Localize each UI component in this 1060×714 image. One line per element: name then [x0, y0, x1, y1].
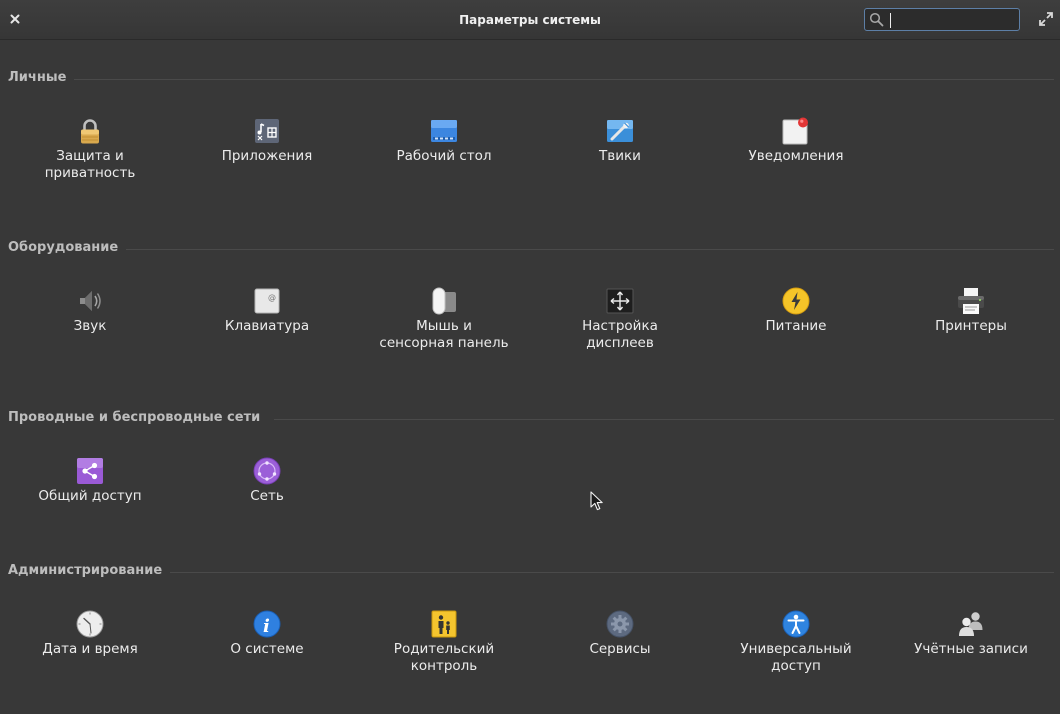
parental-control-icon — [431, 610, 457, 638]
item-label: Родительский контроль — [393, 641, 495, 674]
item-label: Принтеры — [935, 318, 1007, 334]
item-tweaks[interactable]: Твики — [535, 117, 705, 165]
notifications-icon — [782, 117, 808, 145]
item-label: Защита и приватность — [44, 148, 136, 181]
clock-icon — [76, 610, 104, 638]
item-label: Приложения — [221, 148, 313, 164]
section-divider — [170, 572, 1054, 573]
item-label: Сеть — [250, 488, 284, 504]
section-header: Оборудование — [8, 240, 119, 255]
item-label: Звук — [73, 318, 107, 334]
item-accessibility[interactable]: Универсальный доступ — [711, 610, 881, 675]
text-caret — [890, 13, 891, 28]
item-security-privacy[interactable]: Защита и приватность — [5, 117, 175, 182]
sharing-icon — [77, 458, 103, 484]
services-gear-icon — [606, 610, 634, 638]
section-divider — [126, 249, 1054, 250]
item-label: Общий доступ — [38, 488, 142, 504]
mouse-pointer-icon — [590, 491, 603, 511]
svg-text:@: @ — [268, 293, 276, 302]
item-label: Настройка дисплеев — [582, 318, 658, 351]
search-icon — [869, 12, 884, 27]
item-applications[interactable]: Приложения — [182, 117, 352, 165]
item-keyboard[interactable]: @ Клавиатура — [182, 287, 352, 335]
item-notifications[interactable]: Уведомления — [711, 117, 881, 165]
display-icon — [606, 288, 634, 314]
close-icon — [10, 14, 20, 24]
item-date-time[interactable]: Дата и время — [5, 610, 175, 658]
section-divider — [74, 79, 1054, 80]
info-icon: i — [253, 610, 281, 638]
item-label: Клавиатура — [224, 318, 310, 334]
item-printers[interactable]: Принтеры — [886, 287, 1056, 335]
section-header: Проводные и беспроводные сети — [8, 410, 261, 425]
titlebar: Параметры системы — [0, 0, 1060, 40]
item-label: Универсальный доступ — [740, 641, 852, 674]
section-divider — [274, 419, 1054, 420]
item-sound[interactable]: Звук — [5, 287, 175, 335]
section-header: Администрирование — [8, 563, 163, 578]
item-about-system[interactable]: i О системе — [182, 610, 352, 658]
applications-icon — [255, 119, 279, 143]
power-icon — [782, 287, 810, 315]
item-parental-control[interactable]: Родительский контроль — [359, 610, 529, 675]
section-header: Личные — [8, 70, 67, 85]
tweaks-icon — [607, 120, 633, 142]
desktop-icon — [431, 120, 457, 142]
network-icon — [253, 457, 281, 485]
item-power[interactable]: Питание — [711, 287, 881, 335]
lock-icon — [81, 119, 99, 144]
user-accounts-icon — [959, 612, 983, 636]
maximize-icon[interactable] — [1038, 11, 1054, 27]
item-label: О системе — [230, 641, 304, 657]
item-desktop[interactable]: Рабочий стол — [359, 117, 529, 165]
item-label: Уведомления — [748, 148, 844, 164]
item-services[interactable]: Сервисы — [535, 610, 705, 658]
item-displays[interactable]: Настройка дисплеев — [535, 287, 705, 352]
item-label: Питание — [765, 318, 827, 334]
item-label: Сервисы — [589, 641, 651, 657]
printer-icon — [958, 288, 984, 314]
speaker-icon — [80, 291, 101, 311]
item-user-accounts[interactable]: Учётные записи — [886, 610, 1056, 658]
search-input[interactable] — [889, 11, 1015, 28]
item-label: Мышь и сенсорная панель — [379, 318, 509, 351]
item-label: Рабочий стол — [396, 148, 492, 164]
item-mouse-touchpad[interactable]: Мышь и сенсорная панель — [359, 287, 529, 352]
item-label: Учётные записи — [914, 641, 1028, 657]
keyboard-icon: @ — [254, 288, 280, 314]
accessibility-icon — [782, 610, 810, 638]
system-settings-window: Параметры системы Личные Защита и приват… — [0, 0, 1060, 714]
close-button[interactable] — [6, 10, 24, 28]
item-label: Дата и время — [42, 641, 138, 657]
item-sharing[interactable]: Общий доступ — [5, 457, 175, 505]
svg-text:i: i — [263, 616, 270, 637]
mouse-icon — [432, 287, 456, 315]
item-label: Твики — [599, 148, 641, 164]
search-box[interactable] — [864, 8, 1020, 31]
item-network[interactable]: Сеть — [182, 457, 352, 505]
